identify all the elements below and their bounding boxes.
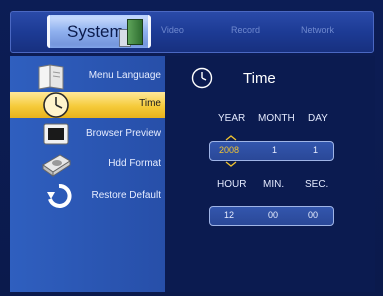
sec-value[interactable]: 00: [308, 210, 318, 220]
tab-right-arrow-icon[interactable]: [148, 15, 151, 48]
column-header-min: MIN.: [263, 179, 285, 190]
settings-menu: Menu Language Time Browser Preview Hdd F…: [10, 56, 165, 292]
tab-network[interactable]: Network: [301, 25, 334, 35]
tab-left-arrow-icon[interactable]: [47, 15, 50, 48]
book-icon: [38, 64, 64, 90]
year-value[interactable]: 2008: [219, 145, 239, 155]
clock-icon: [191, 67, 213, 89]
column-header-month: MONTH: [258, 113, 295, 124]
menu-item-label: Time: [139, 98, 161, 109]
tab-record[interactable]: Record: [231, 25, 260, 35]
value-up-arrow-icon[interactable]: [225, 135, 237, 141]
tab-video[interactable]: Video: [161, 25, 184, 35]
hard-drive-icon: [42, 154, 71, 177]
dvr-setup-screen: System Video Record Network Menu Languag…: [0, 0, 383, 296]
monitor-icon: [43, 123, 69, 145]
menu-item-label: Menu Language: [88, 70, 161, 81]
menu-item-label: Browser Preview: [85, 128, 161, 139]
hour-value[interactable]: 12: [224, 210, 234, 220]
tab-system[interactable]: System: [47, 15, 151, 48]
menu-item-menu-language[interactable]: Menu Language: [10, 64, 165, 90]
panel-title: Time: [243, 70, 276, 87]
system-icon-tower: [127, 19, 143, 45]
menu-item-label: Hdd Format: [108, 158, 161, 169]
value-down-arrow-icon[interactable]: [225, 161, 237, 167]
restore-arrow-icon: [47, 184, 72, 208]
date-field: 2008 1 1: [209, 141, 334, 161]
min-value[interactable]: 00: [268, 210, 278, 220]
column-header-hour: HOUR: [217, 179, 247, 190]
day-value[interactable]: 1: [313, 145, 318, 155]
time-field: 12 00 00: [209, 206, 334, 226]
menu-item-restore-default[interactable]: Restore Default: [10, 184, 165, 210]
menu-tab-bar: System Video Record Network: [10, 11, 374, 53]
tab-system-label: System: [67, 22, 124, 41]
column-header-sec: SEC.: [305, 179, 329, 190]
column-header-year: YEAR: [218, 113, 246, 124]
month-value[interactable]: 1: [272, 145, 277, 155]
menu-item-hdd-format[interactable]: Hdd Format: [10, 152, 165, 178]
menu-item-browser-preview[interactable]: Browser Preview: [10, 122, 165, 148]
time-settings-panel: Time YEAR MONTH DAY 2008 1 1 HOUR MIN. S…: [165, 56, 375, 292]
column-header-day: DAY: [308, 113, 328, 124]
menu-item-label: Restore Default: [91, 190, 161, 201]
menu-item-time[interactable]: Time: [10, 92, 165, 118]
clock-icon: [43, 92, 69, 118]
